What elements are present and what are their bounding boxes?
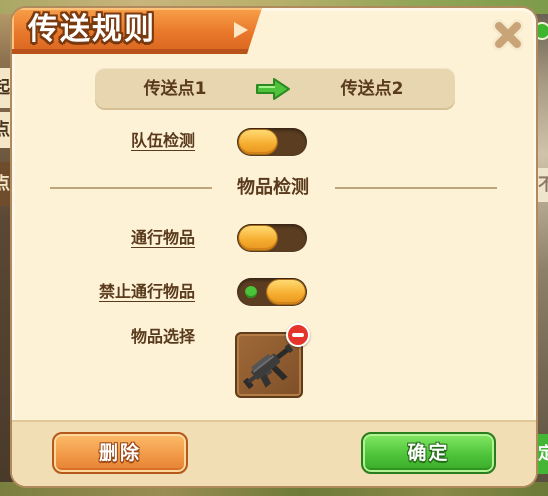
dialog-footer: 删除 确定: [12, 420, 536, 486]
remove-circle-icon[interactable]: [286, 323, 310, 347]
divider-right: [335, 187, 497, 189]
background-fragment-text: 点: [0, 174, 10, 194]
team-check-label: 队伍检测: [130, 131, 195, 150]
pass-items-label: 通行物品: [130, 228, 195, 247]
ribbon-fold-icon: [234, 22, 248, 38]
minus-icon: [292, 333, 304, 337]
route-to-label: 传送点2: [340, 79, 404, 99]
toggle-knob: [239, 226, 277, 250]
background-fragment-text: 点: [0, 120, 10, 140]
background-fragment-text: 定: [538, 444, 548, 464]
delete-button[interactable]: 删除: [52, 432, 188, 474]
dialog-title: 传送规则: [28, 12, 156, 47]
close-button[interactable]: [492, 19, 524, 51]
divider-left: [50, 187, 212, 189]
confirm-button[interactable]: 确定: [361, 432, 496, 474]
background-panel-right: [534, 14, 548, 482]
forbid-items-label: 禁止通行物品: [98, 282, 195, 301]
item-select-label: 物品选择: [130, 327, 195, 346]
title-tab: 传送规则: [12, 8, 262, 54]
toggle-knob: [267, 280, 305, 304]
background-fragment-text: 不: [538, 175, 548, 195]
close-icon[interactable]: [492, 19, 524, 51]
background-fragment: 定: [534, 434, 548, 474]
route-header: 传送点1 传送点2: [95, 68, 455, 110]
toggle-on-indicator-icon: [245, 286, 257, 298]
toggle-knob: [239, 130, 277, 154]
forbid-items-toggle[interactable]: [237, 278, 307, 306]
background-fragment: 不: [534, 168, 548, 202]
arrow-right-icon: [256, 78, 290, 100]
route-from-label: 传送点1: [143, 79, 207, 99]
team-check-toggle[interactable]: [237, 128, 307, 156]
teleport-rules-dialog: 传送规则 传送点1 传送点2 队伍检测 物品检测 通行物品 禁止通行物品 物品选…: [12, 8, 536, 486]
background-fragment-text: 起: [0, 78, 10, 98]
pass-items-toggle[interactable]: [237, 224, 307, 252]
item-check-heading: 物品检测: [237, 177, 309, 198]
